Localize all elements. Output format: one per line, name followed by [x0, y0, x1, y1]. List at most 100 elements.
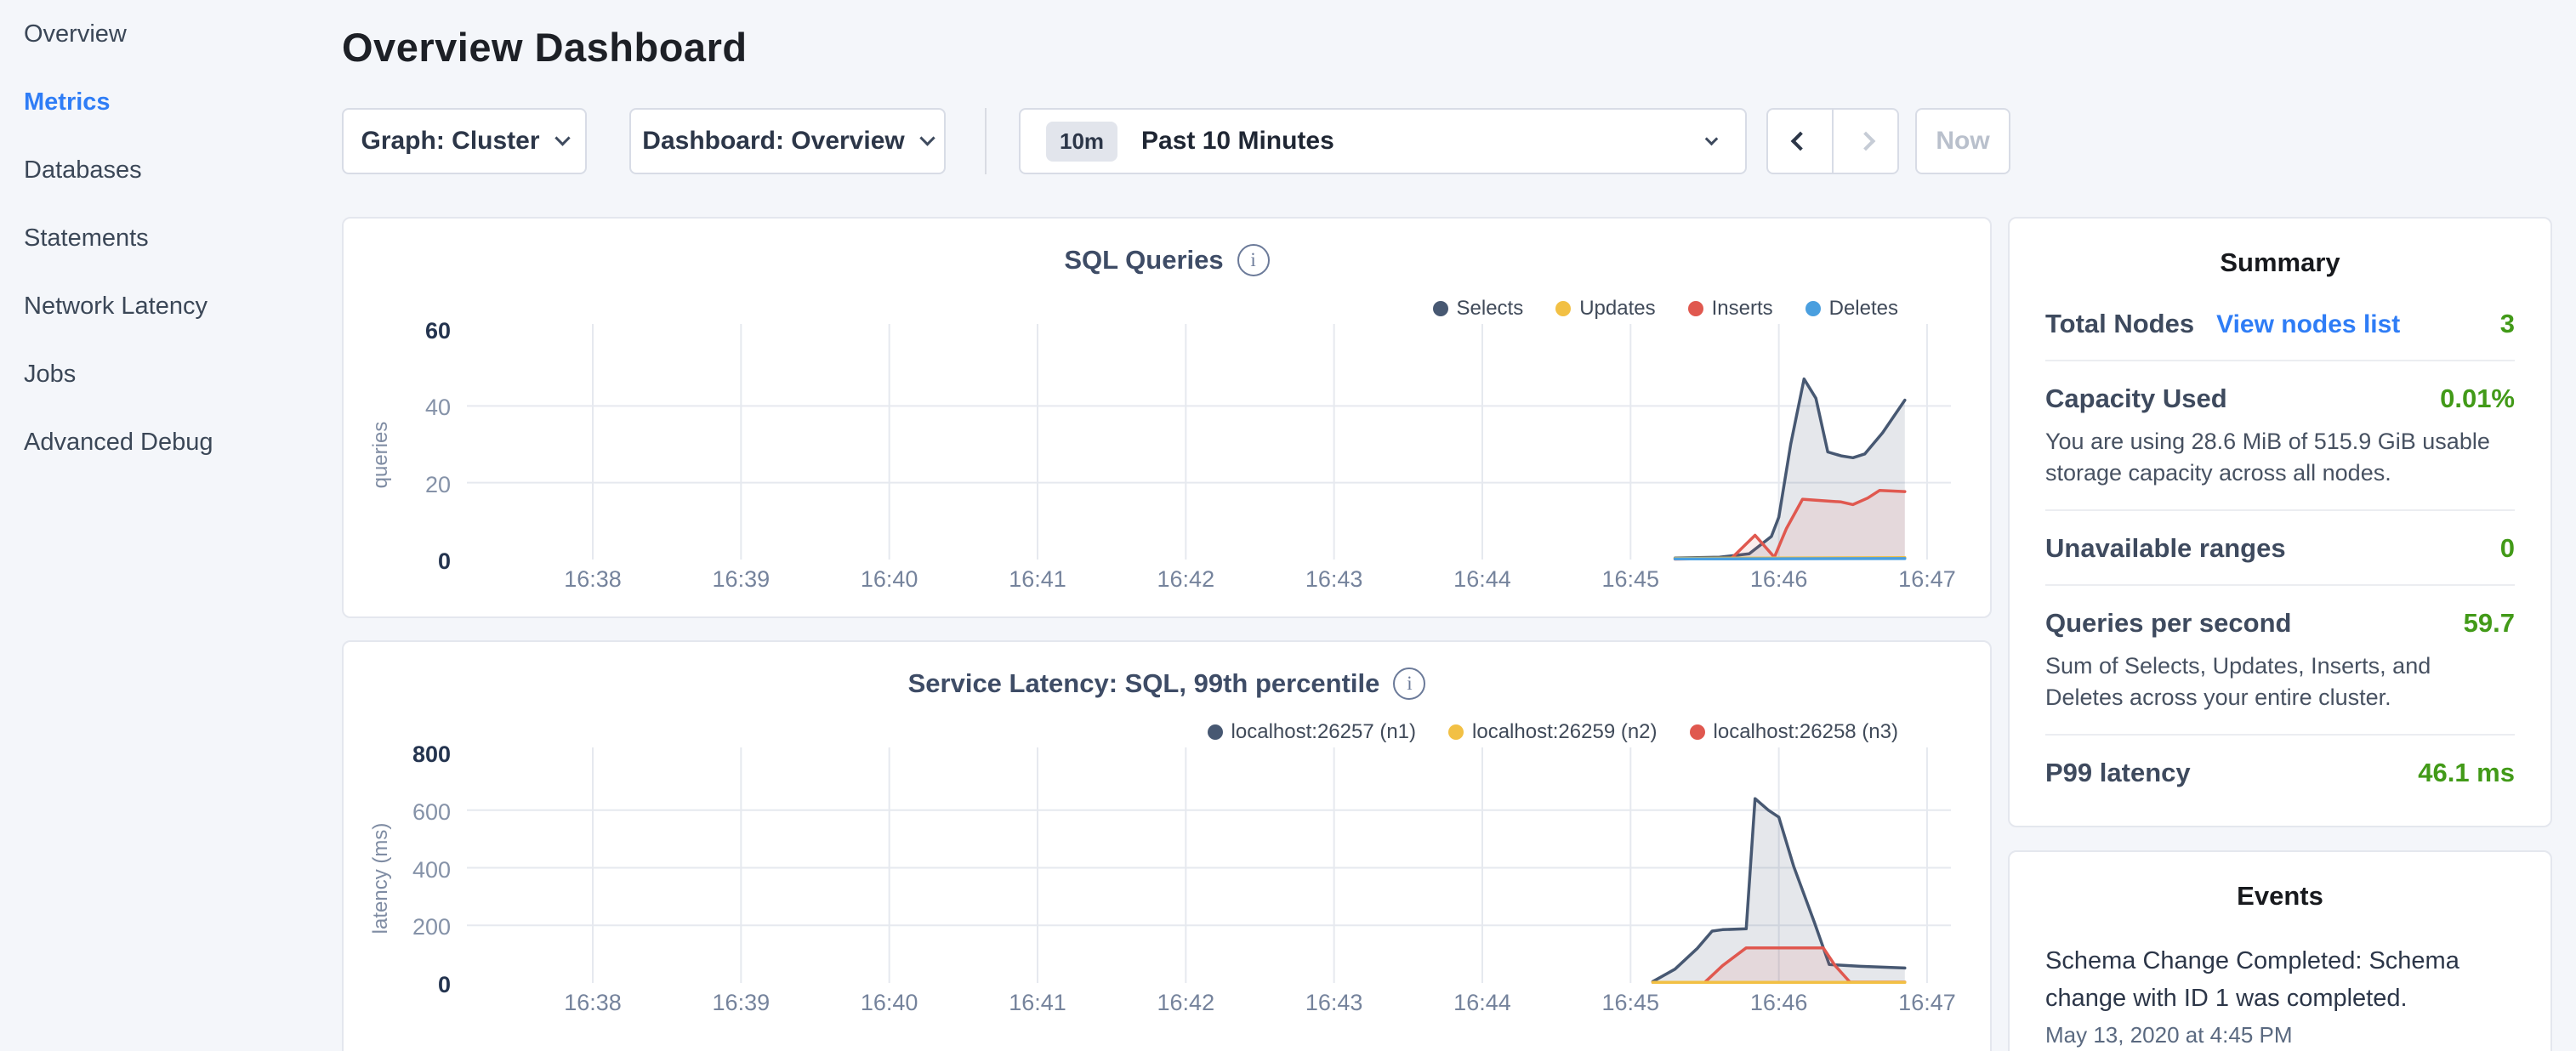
y-tick-label: 20	[344, 471, 451, 498]
x-tick-label: 16:44	[1423, 990, 1542, 1016]
summary-row: P99 latency46.1 ms	[2045, 734, 2515, 809]
x-tick-label: 16:38	[533, 566, 652, 593]
chevron-left-icon	[1790, 132, 1810, 151]
event-list-item[interactable]: Schema Change Completed: Schema change w…	[2045, 920, 2515, 1048]
legend-label: Deletes	[1829, 297, 1898, 321]
sidebar-item-overview[interactable]: Overview	[0, 0, 340, 68]
chevron-right-icon	[1856, 132, 1875, 151]
chart-legend: Selects Updates Inserts Deletes	[1433, 297, 1899, 321]
summary-row-value: 3	[2500, 309, 2515, 339]
time-range-badge: 10m	[1046, 122, 1117, 162]
legend-dot-icon	[1433, 301, 1448, 316]
now-button[interactable]: Now	[1915, 108, 2010, 174]
legend-item: localhost:26259 (n2)	[1448, 720, 1657, 744]
info-icon[interactable]: i	[1237, 244, 1270, 276]
graph-scope-dropdown[interactable]: Graph: Cluster	[342, 108, 587, 174]
sidebar-item-statements[interactable]: Statements	[0, 204, 340, 272]
y-tick-label: 40	[344, 394, 451, 421]
view-nodes-list-link[interactable]: View nodes list	[2216, 310, 2400, 339]
legend-item: Inserts	[1688, 297, 1773, 321]
y-tick-label: 60	[344, 317, 451, 344]
summary-row: Unavailable ranges 0	[2045, 509, 2515, 584]
graph-scope-label: Graph: Cluster	[361, 127, 539, 156]
sidebar-item-network-latency[interactable]: Network Latency	[0, 272, 340, 340]
legend-label: localhost:26257 (n1)	[1231, 720, 1416, 744]
x-axis-ticks: 16:3816:3916:4016:4116:4216:4316:4416:45…	[467, 566, 1964, 600]
chart-title: SQL Queries	[1064, 245, 1223, 275]
legend-label: localhost:26259 (n2)	[1472, 720, 1657, 744]
summary-row: Queries per second 59.7 Sum of Selects, Up…	[2045, 584, 2515, 734]
sql-queries-chart-card: SQL Queries i Selects Updates Inserts Delete…	[342, 217, 1992, 618]
x-tick-label: 16:39	[681, 990, 800, 1016]
legend-label: Selects	[1457, 297, 1524, 321]
sidebar-item-jobs[interactable]: Jobs	[0, 340, 340, 408]
x-tick-label: 16:40	[830, 990, 949, 1016]
line-chart-svg	[467, 746, 1964, 1011]
summary-row-main: P99 latency46.1 ms	[2045, 758, 2515, 788]
legend-item: Selects	[1433, 297, 1524, 321]
chart-plot-area	[467, 322, 1964, 588]
summary-panel-title: Summary	[2045, 219, 2515, 287]
legend-dot-icon	[1690, 724, 1705, 740]
x-tick-label: 16:43	[1275, 566, 1394, 593]
summary-row: Total NodesView nodes list3	[2045, 287, 2515, 360]
x-tick-label: 16:46	[1720, 990, 1839, 1016]
legend-dot-icon	[1555, 301, 1571, 316]
summary-row-value: 0	[2500, 533, 2515, 564]
x-tick-label: 16:41	[978, 566, 1097, 593]
y-tick-label: 200	[344, 913, 451, 940]
x-tick-label: 16:39	[681, 566, 800, 593]
time-range-dropdown[interactable]: 10m Past 10 Minutes	[1019, 108, 1747, 174]
legend-label: Updates	[1579, 297, 1655, 321]
legend-item: localhost:26257 (n1)	[1208, 720, 1416, 744]
legend-label: Inserts	[1712, 297, 1773, 321]
dashboard-select-dropdown[interactable]: Dashboard: Overview	[629, 108, 946, 174]
overview-dashboard-page: OverviewMetricsDatabasesStatementsNetwor…	[0, 0, 2576, 1051]
summary-row-main: Queries per second 59.7	[2045, 608, 2515, 639]
x-tick-label: 16:45	[1571, 990, 1690, 1016]
summary-row-value: 0.01%	[2440, 383, 2515, 414]
x-tick-label: 16:43	[1275, 990, 1394, 1016]
legend-dot-icon	[1448, 724, 1464, 740]
summary-row-description: Sum of Selects, Updates, Inserts, and De…	[2045, 650, 2515, 713]
time-range-label: Past 10 Minutes	[1141, 127, 1334, 156]
sidebar-item-advanced-debug[interactable]: Advanced Debug	[0, 408, 340, 476]
x-tick-label: 16:41	[978, 990, 1097, 1016]
summary-row-value: 46.1 ms	[2418, 758, 2515, 788]
summary-row-label: Unavailable ranges	[2045, 533, 2286, 564]
x-tick-label: 16:47	[1868, 990, 1987, 1016]
info-icon[interactable]: i	[1393, 668, 1425, 700]
legend-item: Deletes	[1805, 297, 1898, 321]
x-tick-label: 16:46	[1720, 566, 1839, 593]
y-axis-ticks: 0200400600800	[344, 746, 451, 1011]
time-prev-button[interactable]	[1768, 110, 1832, 173]
x-tick-label: 16:42	[1126, 566, 1245, 593]
summary-row: Capacity Used0.01%You are using 28.6 MiB…	[2045, 360, 2515, 509]
legend-label: localhost:26258 (n3)	[1714, 720, 1898, 744]
x-tick-label: 16:47	[1868, 566, 1987, 593]
summary-panel: Summary Total NodesView nodes list3Capac…	[2008, 217, 2552, 827]
y-tick-label: 600	[344, 798, 451, 826]
time-next-button[interactable]	[1832, 110, 1897, 173]
dashboard-controls: Graph: Cluster Dashboard: Overview 10m P…	[342, 108, 2043, 174]
summary-row-label: Queries per second	[2045, 608, 2291, 639]
x-tick-label: 16:38	[533, 990, 652, 1016]
service-latency-chart-card: Service Latency: SQL, 99th percentilei l…	[342, 640, 1992, 1051]
event-text: Schema Change Completed: Schema change w…	[2045, 942, 2515, 1017]
sidebar-item-metrics[interactable]: Metrics	[0, 68, 340, 136]
dashboard-select-label: Dashboard: Overview	[642, 127, 904, 156]
y-tick-label: 400	[344, 856, 451, 883]
sidebar-item-databases[interactable]: Databases	[0, 136, 340, 204]
summary-row-main: Capacity Used 0.01%	[2045, 383, 2515, 414]
x-axis-ticks: 16:3816:3916:4016:4116:4216:4316:4416:45…	[467, 990, 1964, 1024]
legend-dot-icon	[1805, 301, 1821, 316]
y-tick-label: 800	[344, 741, 451, 768]
controls-divider	[985, 108, 987, 174]
x-tick-label: 16:44	[1423, 566, 1542, 593]
summary-row-label: Capacity Used	[2045, 383, 2227, 414]
y-axis-ticks: 0204060	[344, 322, 451, 588]
chevron-down-icon	[919, 130, 935, 145]
summary-row-value: 59.7	[2464, 608, 2515, 639]
chart-plot-area	[467, 746, 1964, 1011]
events-panel: Events Schema Change Completed: Schema c…	[2008, 850, 2552, 1051]
